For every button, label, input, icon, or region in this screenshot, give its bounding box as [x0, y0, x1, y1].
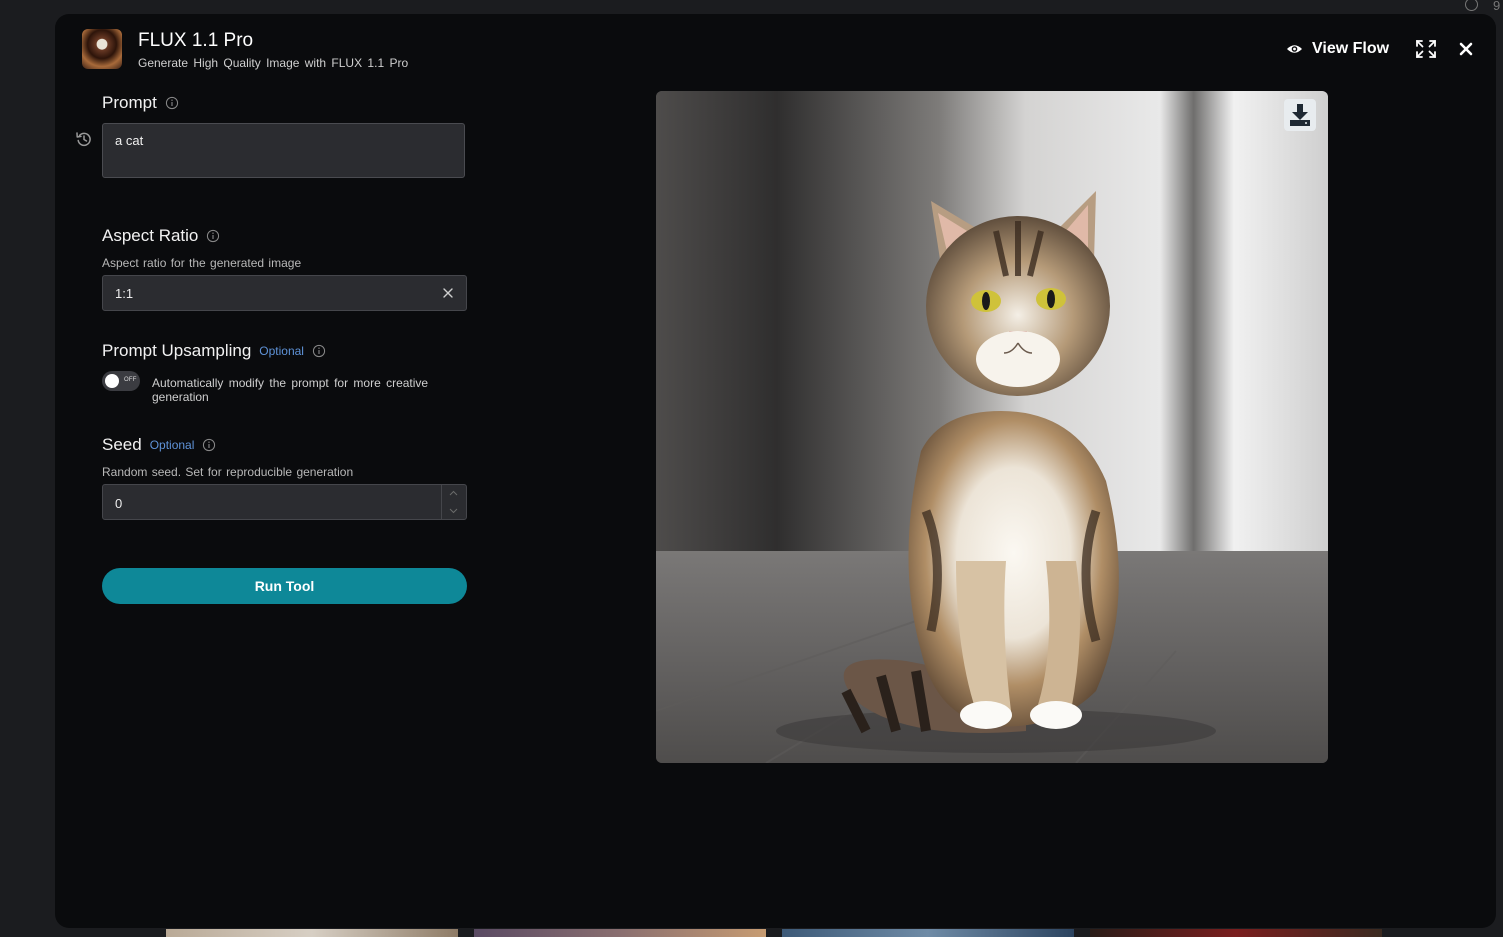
tool-title: FLUX 1.1 Pro — [138, 30, 254, 51]
background-gallery — [166, 929, 1406, 937]
seed-help: Random seed. Set for reproducible genera… — [102, 465, 354, 479]
prompt-upsampling-toggle[interactable]: OFF — [102, 371, 140, 391]
aspect-ratio-help: Aspect ratio for the generated image — [102, 256, 302, 270]
aspect-ratio-label-text: Aspect Ratio — [102, 226, 199, 245]
run-tool-button[interactable]: Run Tool — [102, 568, 467, 604]
chevron-down-icon[interactable] — [449, 508, 458, 514]
info-icon[interactable] — [312, 344, 326, 358]
view-flow-label: View Flow — [1312, 40, 1390, 57]
prompt-input[interactable]: a cat — [102, 123, 465, 178]
aspect-ratio-value: 1:1 — [115, 286, 134, 301]
cat-photo-icon — [656, 91, 1328, 763]
gallery-thumb[interactable] — [474, 929, 766, 937]
usage-indicator: 9 — [1463, 0, 1503, 14]
tool-subtitle: Generate High Quality Image with FLUX 1.… — [138, 56, 409, 70]
history-icon[interactable] — [75, 130, 93, 148]
aspect-ratio-select[interactable]: 1:1 — [102, 275, 467, 311]
prompt-upsampling-label-text: Prompt Upsampling — [102, 341, 252, 360]
seed-input[interactable]: 0 — [102, 484, 467, 520]
info-icon[interactable] — [202, 438, 216, 452]
seed-value: 0 — [115, 496, 123, 511]
info-icon[interactable] — [206, 229, 220, 243]
aspect-ratio-label: Aspect Ratio — [102, 226, 220, 246]
tool-logo — [82, 29, 122, 69]
seed-label-text: Seed — [102, 435, 142, 454]
prompt-label-text: Prompt — [102, 93, 157, 112]
tool-modal: FLUX 1.1 Pro Generate High Quality Image… — [55, 14, 1496, 928]
gallery-thumb[interactable] — [1090, 929, 1382, 937]
gallery-thumb[interactable] — [166, 929, 458, 937]
gauge-icon — [1465, 0, 1478, 11]
toggle-knob — [105, 374, 119, 388]
prompt-upsampling-description: Automatically modify the prompt for more… — [152, 376, 429, 404]
prompt-upsampling-label: Prompt Upsampling Optional — [102, 341, 326, 361]
view-flow-button[interactable]: View Flow — [1286, 38, 1389, 60]
eye-icon — [1287, 45, 1302, 53]
clear-icon[interactable] — [442, 287, 454, 299]
usage-count: 9 — [1493, 0, 1501, 13]
expand-icon[interactable] — [1415, 39, 1437, 59]
download-button[interactable] — [1284, 99, 1316, 131]
info-icon[interactable] — [165, 96, 179, 110]
chevron-up-icon[interactable] — [449, 490, 458, 496]
prompt-value: a cat — [115, 133, 144, 148]
prompt-label: Prompt — [102, 93, 179, 113]
seed-stepper — [441, 485, 466, 519]
close-icon[interactable] — [1456, 39, 1476, 59]
optional-tag: Optional — [259, 344, 304, 358]
toggle-state: OFF — [124, 377, 137, 383]
generated-image — [656, 91, 1328, 763]
gallery-thumb[interactable] — [782, 929, 1074, 937]
seed-label: Seed Optional — [102, 435, 216, 455]
optional-tag: Optional — [149, 438, 195, 452]
download-icon — [1290, 104, 1310, 126]
